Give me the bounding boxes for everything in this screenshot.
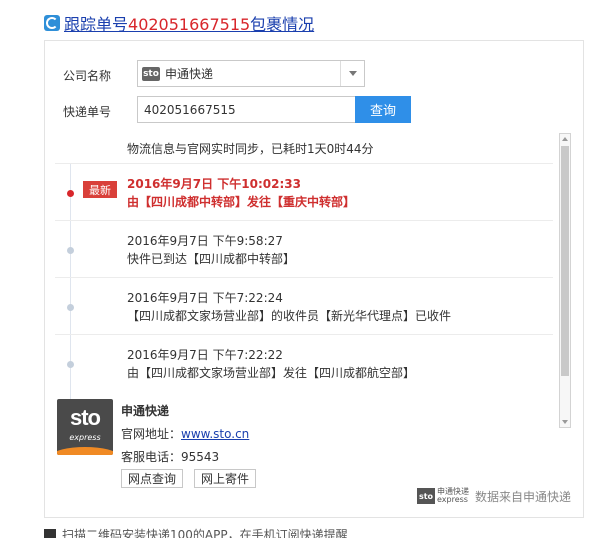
number-label: 快递单号 [63,105,112,119]
tracking-entry: 2016年9月7日 下午9:58:27 快件已到达【四川成都中转部】 [55,220,553,277]
sto-mini-logo-icon: sto [142,66,160,81]
kuaidi-logo-icon [44,15,60,31]
entry-desc: 由【四川成都文家场营业部】发往【四川成都航空部】 [127,366,416,380]
company-name: 申通快递 [121,404,170,418]
entry-desc: 快件已到达【四川成都中转部】 [127,252,296,266]
company-site-row: 官网地址：www.sto.cn [121,427,250,441]
outlets-query-button[interactable]: 网点查询 [121,469,184,488]
tracking-entry: 2016年9月7日 下午7:22:22 由【四川成都文家场营业部】发往【四川成都… [55,334,553,391]
tracking-scrollbar[interactable] [559,133,571,428]
data-source-label: 数据来自申通快递 [474,489,571,504]
page-title[interactable]: 跟踪单号402051667515包裹情况 [64,11,314,35]
tracking-list[interactable]: 物流信息与官网实时同步，已耗时1天0时44分 最新 2016年9月7日 下午10… [55,133,575,428]
entry-time: 2016年9月7日 下午10:02:33 [127,177,301,191]
scroll-up-icon[interactable] [562,137,568,141]
scroll-thumb[interactable] [561,146,569,376]
select-dropdown-button[interactable] [340,61,364,86]
company-info: sto express 申通快递 官网地址：www.sto.cn 客服电话：95… [57,399,577,499]
tracking-number-input[interactable] [137,96,365,123]
entry-time: 2016年9月7日 下午9:58:27 [127,234,283,248]
company-select[interactable]: sto 申通快递 [137,60,365,87]
timeline-dot [67,247,74,254]
tracking-entry: 最新 2016年9月7日 下午10:02:33 由【四川成都中转部】发往【重庆中… [55,163,553,220]
app-promo: 扫描二维码安装快递100的APP，在手机订阅快递提醒 [44,526,348,538]
page-title-row: 跟踪单号402051667515包裹情况 [44,12,314,34]
tracking-number-highlight: 402051667515 [128,15,251,34]
data-source: sto 申通快递 express 数据来自申通快递 [416,487,571,505]
company-phone: 95543 [181,450,220,464]
company-phone-row: 客服电话：95543 [121,450,220,464]
tracking-entry: 2016年9月7日 下午7:22:24 【四川成都文家场营业部】的收件员【新光华… [55,277,553,334]
timeline-dot [67,361,74,368]
entry-desc: 由【四川成都中转部】发往【重庆中转部】 [127,195,356,209]
company-site-link[interactable]: www.sto.cn [181,427,249,441]
timeline-dot [67,304,74,311]
company-select-value: 申通快递 [165,67,214,81]
entry-desc: 【四川成都文家场营业部】的收件员【新光华代理点】已收件 [127,309,452,323]
tracking-card: 公司名称 sto 申通快递 快递单号 查询 物流信息与官网实时同步，已耗时1天0… [44,40,584,518]
timeline-dot-active [67,190,74,197]
latest-badge: 最新 [83,181,117,198]
entry-time: 2016年9月7日 下午7:22:24 [127,291,283,305]
company-label: 公司名称 [63,69,112,83]
sync-status: 物流信息与官网实时同步，已耗时1天0时44分 [127,142,374,156]
entry-time: 2016年9月7日 下午7:22:22 [127,348,283,362]
sto-source-logo: sto 申通快递 express [416,487,469,504]
chevron-down-icon [348,71,357,76]
app-promo-text[interactable]: 扫描二维码安装快递100的APP，在手机订阅快递提醒 [62,526,348,538]
query-button[interactable]: 查询 [355,96,411,123]
online-ship-button[interactable]: 网上寄件 [194,469,257,488]
qr-code-icon [44,528,56,538]
sto-express-logo: sto express [57,399,113,455]
